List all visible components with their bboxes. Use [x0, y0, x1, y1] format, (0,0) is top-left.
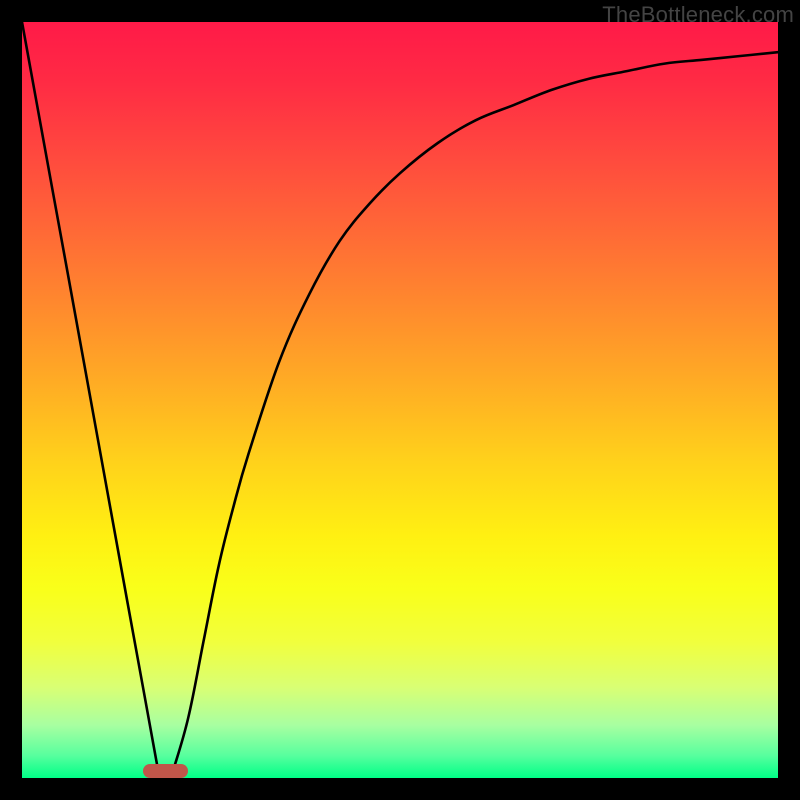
watermark-text: TheBottleneck.com: [602, 2, 794, 28]
chart-frame: TheBottleneck.com: [0, 0, 800, 800]
min-marker: [143, 764, 188, 778]
plot-area: [22, 22, 778, 778]
